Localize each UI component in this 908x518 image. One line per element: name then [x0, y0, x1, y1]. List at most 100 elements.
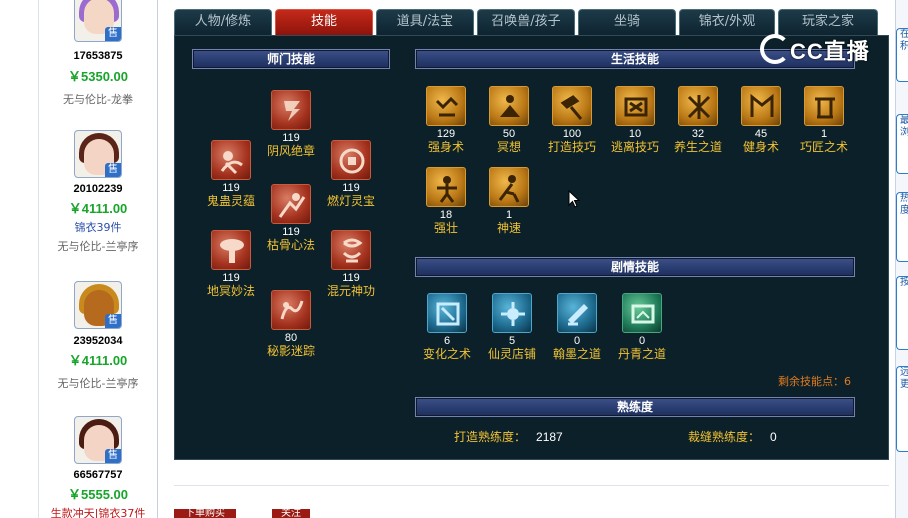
skill-name: 养生之道: [673, 140, 722, 154]
skill-level: 119: [342, 182, 360, 194]
skill-item[interactable]: 119 地冥妙法: [196, 230, 266, 299]
sell-badge: 售: [105, 27, 121, 41]
skill-item[interactable]: 6 变化之术: [412, 293, 482, 362]
section-school-skills: 师门技能: [192, 49, 390, 69]
skill-level: 45: [754, 128, 768, 140]
tab-mounts[interactable]: 坐骑: [578, 9, 676, 35]
tab-character[interactable]: 人物/修炼: [174, 9, 272, 35]
skill-name: 冥想: [496, 140, 521, 154]
listing-server[interactable]: 无与伦比-龙拳: [39, 91, 157, 107]
avatar[interactable]: 售: [74, 0, 122, 42]
listing-id: 17653875: [73, 50, 123, 62]
skill-item[interactable]: 5 仙灵店铺: [477, 293, 547, 362]
skill-icon: [271, 290, 311, 330]
section-proficiency: 熟练度: [415, 397, 855, 417]
listing-card[interactable]: 售 66567757 ￥5555.00 生款冲天|锦衣37件: [39, 416, 157, 518]
tab-items[interactable]: 道具/法宝: [376, 9, 474, 35]
listing-extra[interactable]: 生款冲天|锦衣37件: [39, 505, 157, 518]
listing-id: 23952034: [73, 335, 123, 347]
tab-pets[interactable]: 召唤兽/孩子: [477, 9, 575, 35]
listing-card[interactable]: 售 20102239 ￥4111.00 锦衣39件 无与伦比-兰亭序: [39, 130, 157, 254]
tab-skills[interactable]: 技能: [275, 9, 373, 35]
skill-icon: [271, 90, 311, 130]
skill-item[interactable]: 0 翰墨之道: [542, 293, 612, 362]
skill-icon: [804, 86, 844, 126]
skill-name: 燃灯灵宝: [326, 194, 375, 208]
avatar[interactable]: 售: [74, 130, 122, 178]
skill-name: 神速: [496, 221, 521, 235]
skill-item[interactable]: 18 强壮: [411, 167, 481, 236]
side-tab[interactable]: 最浏: [896, 114, 908, 174]
side-tab[interactable]: 在积: [896, 28, 908, 82]
listing-price: ￥4111.00: [68, 201, 128, 216]
skill-level: 100: [562, 128, 582, 140]
skill-icon: [271, 184, 311, 224]
skill-level: 10: [628, 128, 642, 140]
skill-name: 混元神功: [326, 284, 375, 298]
skill-icon: [552, 86, 592, 126]
cc-live-watermark: CC直播: [760, 32, 886, 66]
skill-item[interactable]: 32 养生之道: [663, 86, 733, 155]
listing-column: 售 17653875 ￥5350.00 无与伦比-龙拳 售 20102239 ￥…: [38, 0, 158, 518]
skill-icon: [331, 140, 371, 180]
skill-item[interactable]: 1 神速: [474, 167, 544, 236]
listing-card[interactable]: 售 17653875 ￥5350.00 无与伦比-龙拳: [39, 0, 157, 107]
watermark-text: CC直播: [790, 39, 870, 64]
avatar[interactable]: 售: [74, 416, 122, 464]
listing-card[interactable]: 售 23952034 ￥4111.00 无与伦比-兰亭序: [39, 281, 157, 391]
skill-level: 129: [436, 128, 456, 140]
side-tab[interactable]: 按: [896, 276, 908, 350]
skill-item[interactable]: 50 冥想: [474, 86, 544, 155]
side-tab[interactable]: 热度: [896, 192, 908, 262]
tailor-proficiency: 裁缝熟练度： 0: [688, 428, 777, 445]
page: 售 17653875 ￥5350.00 无与伦比-龙拳 售 20102239 ￥…: [0, 0, 908, 518]
skill-name: 变化之术: [422, 347, 471, 361]
skill-item[interactable]: 80 秘影迷踪: [256, 290, 326, 359]
skill-name: 秘影迷踪: [266, 344, 315, 358]
skill-level: 6: [443, 335, 451, 347]
tailor-proficiency-value: 0: [770, 430, 777, 444]
divider: [174, 485, 889, 486]
skill-icon: [489, 86, 529, 126]
skill-level: 1: [820, 128, 828, 140]
skill-name: 健身术: [742, 140, 779, 154]
skill-name: 翰墨之道: [552, 347, 601, 361]
listing-server[interactable]: 无与伦比-兰亭序: [39, 375, 157, 391]
side-tab[interactable]: 远更: [896, 366, 908, 452]
sell-badge: 售: [105, 163, 121, 177]
listing-price: ￥5350.00: [68, 69, 128, 84]
skill-icon: [426, 86, 466, 126]
skill-item[interactable]: 119 混元神功: [316, 230, 386, 299]
skill-icon: [331, 230, 371, 270]
skill-item[interactable]: 0 丹青之道: [607, 293, 677, 362]
skill-item[interactable]: 100 打造技巧: [537, 86, 607, 155]
skill-level: 32: [691, 128, 705, 140]
skill-icon: [615, 86, 655, 126]
listing-extra[interactable]: 锦衣39件: [39, 219, 157, 235]
skill-icon: [492, 293, 532, 333]
listing-server[interactable]: 无与伦比-兰亭序: [39, 238, 157, 254]
skill-icon: [211, 140, 251, 180]
skill-name: 丹青之道: [617, 347, 666, 361]
skill-icon: [489, 167, 529, 207]
sell-badge: 售: [105, 314, 121, 328]
tailor-proficiency-label: 裁缝熟练度：: [688, 430, 761, 444]
buy-button[interactable]: 下单购买: [174, 509, 236, 518]
skill-item[interactable]: 45 健身术: [726, 86, 796, 155]
skill-item[interactable]: 119 燃灯灵宝: [316, 140, 386, 209]
cc-logo-icon: [760, 34, 790, 64]
skill-icon: [622, 293, 662, 333]
skill-name: 强身术: [427, 140, 464, 154]
skill-icon: [557, 293, 597, 333]
skill-icon: [211, 230, 251, 270]
skill-item[interactable]: 10 逃离技巧: [600, 86, 670, 155]
skill-level: 0: [638, 335, 646, 347]
right-side-strip: 在积 最浏 热度 按 远更: [895, 0, 908, 518]
skill-item[interactable]: 129 强身术: [411, 86, 481, 155]
skill-item[interactable]: 1 巧匠之术: [789, 86, 859, 155]
avatar[interactable]: 售: [74, 281, 122, 329]
skill-level: 80: [284, 332, 298, 344]
skill-level: 119: [342, 272, 360, 284]
follow-button[interactable]: 关注: [272, 509, 310, 518]
skill-level: 119: [222, 272, 240, 284]
